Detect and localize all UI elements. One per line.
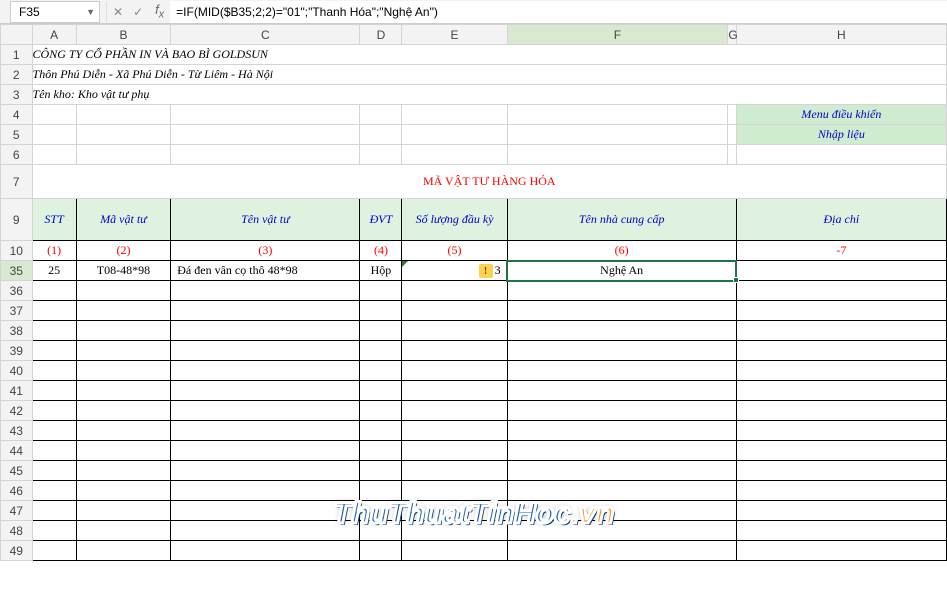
company-name[interactable]: CÔNG TY CỔ PHẦN IN VÀ BAO BÌ GOLDSUN bbox=[32, 45, 946, 65]
formula-bar: F35 ▼ ✕ ✓ fx bbox=[0, 0, 947, 24]
col-header[interactable]: F bbox=[507, 25, 728, 45]
col-dc[interactable]: Địa chỉ bbox=[736, 199, 946, 241]
spreadsheet-grid[interactable]: A B C D E F G H 1 CÔNG TY CỔ PHẦN IN VÀ … bbox=[0, 24, 947, 561]
row-header[interactable]: 39 bbox=[1, 341, 33, 361]
fill-handle[interactable] bbox=[733, 277, 739, 283]
col-header[interactable]: C bbox=[171, 25, 360, 45]
row-header[interactable]: 36 bbox=[1, 281, 33, 301]
row-header[interactable]: 47 bbox=[1, 501, 33, 521]
row-header[interactable]: 7 bbox=[1, 165, 33, 199]
error-triangle-icon bbox=[402, 261, 408, 267]
formula-bar-icons: ✕ ✓ bbox=[107, 5, 149, 19]
row-header[interactable]: 44 bbox=[1, 441, 33, 461]
enter-icon[interactable]: ✓ bbox=[133, 5, 143, 19]
cancel-icon[interactable]: ✕ bbox=[113, 5, 123, 19]
row-header[interactable]: 42 bbox=[1, 401, 33, 421]
row-header[interactable]: 40 bbox=[1, 361, 33, 381]
col-header[interactable]: E bbox=[402, 25, 507, 45]
row-header[interactable]: 35 bbox=[1, 261, 33, 281]
sub-7[interactable]: -7 bbox=[736, 241, 946, 261]
col-header[interactable]: A bbox=[32, 25, 76, 45]
row-header[interactable]: 5 bbox=[1, 125, 33, 145]
row-header[interactable]: 43 bbox=[1, 421, 33, 441]
col-header[interactable]: B bbox=[76, 25, 171, 45]
menu-control-button[interactable]: Menu điều khiển bbox=[736, 105, 946, 125]
cell-stt[interactable]: 25 bbox=[32, 261, 76, 281]
col-header[interactable]: D bbox=[360, 25, 402, 45]
sub-5[interactable]: (5) bbox=[402, 241, 507, 261]
sub-2[interactable]: (2) bbox=[76, 241, 171, 261]
col-ten[interactable]: Tên vật tư bbox=[171, 199, 360, 241]
row-header[interactable]: 41 bbox=[1, 381, 33, 401]
cell-sl[interactable]: !3 bbox=[402, 261, 507, 281]
sub-3[interactable]: (3) bbox=[171, 241, 360, 261]
row-header[interactable]: 37 bbox=[1, 301, 33, 321]
cell-ten[interactable]: Đá đen vân cọ thô 48*98 bbox=[171, 261, 360, 281]
row-header[interactable]: 4 bbox=[1, 105, 33, 125]
cell-sl-value: 3 bbox=[495, 263, 501, 277]
row-header[interactable]: 45 bbox=[1, 461, 33, 481]
name-box[interactable]: F35 ▼ bbox=[10, 1, 100, 23]
row-header[interactable]: 48 bbox=[1, 521, 33, 541]
name-box-value: F35 bbox=[19, 5, 40, 19]
row-header[interactable]: 3 bbox=[1, 85, 33, 105]
row-header[interactable]: 46 bbox=[1, 481, 33, 501]
row-header[interactable]: 2 bbox=[1, 65, 33, 85]
cell-dc[interactable] bbox=[736, 261, 946, 281]
page-title[interactable]: MÃ VẬT TƯ HÀNG HÓA bbox=[32, 165, 946, 199]
row-header[interactable]: 1 bbox=[1, 45, 33, 65]
formula-input[interactable] bbox=[170, 1, 947, 23]
company-address[interactable]: Thôn Phú Diễn - Xã Phú Diễn - Từ Liêm - … bbox=[32, 65, 946, 85]
col-ncc[interactable]: Tên nhà cung cấp bbox=[507, 199, 736, 241]
warning-icon[interactable]: ! bbox=[479, 264, 493, 278]
col-ma[interactable]: Mã vật tư bbox=[76, 199, 171, 241]
col-header[interactable]: G bbox=[728, 25, 736, 45]
col-stt[interactable]: STT bbox=[32, 199, 76, 241]
col-dvt[interactable]: ĐVT bbox=[360, 199, 402, 241]
select-all-corner[interactable] bbox=[1, 25, 33, 45]
col-sl[interactable]: Số lượng đầu kỳ bbox=[402, 199, 507, 241]
fx-icon[interactable]: fx bbox=[149, 2, 170, 21]
cell-ma[interactable]: T08-48*98 bbox=[76, 261, 171, 281]
chevron-down-icon: ▼ bbox=[86, 7, 95, 17]
cell-ncc[interactable]: Nghệ An bbox=[507, 261, 736, 281]
row-header[interactable]: 9 bbox=[1, 199, 33, 241]
row-header[interactable]: 6 bbox=[1, 145, 33, 165]
sub-4[interactable]: (4) bbox=[360, 241, 402, 261]
data-entry-button[interactable]: Nhập liệu bbox=[736, 125, 946, 145]
col-header[interactable]: H bbox=[736, 25, 946, 45]
row-header[interactable]: 49 bbox=[1, 541, 33, 561]
sub-1[interactable]: (1) bbox=[32, 241, 76, 261]
row-header[interactable]: 38 bbox=[1, 321, 33, 341]
sub-6[interactable]: (6) bbox=[507, 241, 736, 261]
warehouse-name[interactable]: Tên kho: Kho vật tư phụ bbox=[32, 85, 946, 105]
cell-ncc-value: Nghệ An bbox=[600, 263, 643, 277]
cell-dvt[interactable]: Hộp bbox=[360, 261, 402, 281]
row-header[interactable]: 10 bbox=[1, 241, 33, 261]
worksheet: A B C D E F G H 1 CÔNG TY CỔ PHẦN IN VÀ … bbox=[0, 24, 947, 561]
